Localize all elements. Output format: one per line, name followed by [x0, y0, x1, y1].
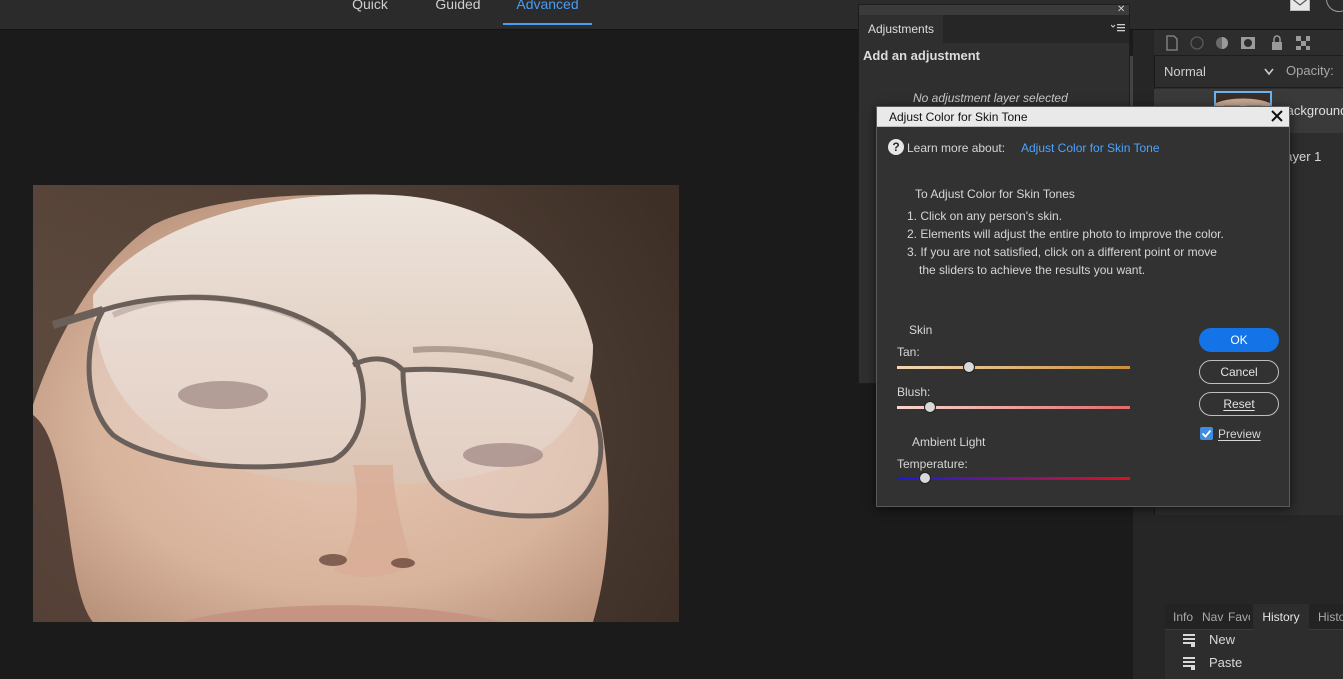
skin-tone-dialog: Adjust Color for Skin Tone ? Learn more … [876, 106, 1290, 507]
cancel-button[interactable]: Cancel [1199, 360, 1279, 384]
opacity-label: Opacity: [1286, 63, 1334, 78]
ok-button[interactable]: OK [1199, 328, 1279, 352]
layer-mask-icon[interactable] [1240, 35, 1256, 51]
mode-bar: Quick Guided Advanced [0, 0, 1343, 30]
history-item-new[interactable]: New [1183, 631, 1333, 651]
learn-more-label: Learn more about: [907, 141, 1006, 155]
adjustment-layer-icon[interactable] [1214, 35, 1230, 51]
photo-editor-window: Quick Guided Advanced Normal Opacity: Ba… [0, 0, 1343, 679]
mode-tab-guided[interactable]: Guided [434, 0, 482, 29]
tab-info[interactable]: Info [1173, 604, 1197, 630]
dialog-title: Adjust Color for Skin Tone [889, 110, 1028, 124]
instruction-line: 3. If you are not satisfied, click on a … [907, 245, 1217, 259]
tab-navigator[interactable]: Navigator [1202, 604, 1224, 630]
adjustments-tabrow: Adjustments [859, 15, 1129, 43]
instruction-line: the sliders to achieve the results you w… [919, 263, 1146, 277]
blush-label: Blush: [897, 385, 931, 399]
history-item-label: New [1209, 632, 1236, 647]
instruction-line: 1. Click on any person's skin. [907, 209, 1063, 223]
tan-slider-thumb[interactable] [963, 361, 976, 373]
history-panel: Info Navigator Favorites History Histogr… [1165, 604, 1343, 679]
mode-tab-quick[interactable]: Quick [350, 0, 390, 29]
panel-tabs: Info Navigator Favorites History Histogr… [1165, 604, 1343, 630]
layers-toolbar [1154, 30, 1343, 56]
adjustments-status: No adjustment layer selected [913, 91, 1068, 105]
close-icon[interactable]: ✕ [1117, 4, 1125, 15]
tan-slider-track[interactable] [897, 366, 1130, 369]
new-layer-icon[interactable] [1164, 35, 1180, 51]
instructions-title: To Adjust Color for Skin Tones [915, 187, 1075, 201]
temperature-slider-track[interactable] [897, 477, 1130, 480]
mail-icon[interactable] [1290, 0, 1310, 11]
learn-more-link[interactable]: Adjust Color for Skin Tone [1021, 141, 1160, 155]
tab-favorites[interactable]: Favorites [1228, 604, 1250, 630]
adjustments-heading: Add an adjustment [863, 48, 981, 63]
tab-history[interactable]: History [1253, 604, 1309, 630]
mode-tab-advanced[interactable]: Advanced [503, 0, 592, 29]
history-state-icon [1183, 657, 1195, 670]
blush-slider-thumb[interactable] [923, 401, 936, 413]
history-item-label: Paste [1209, 655, 1243, 670]
chevron-down-icon [1264, 68, 1274, 76]
blend-row: Normal Opacity: [1154, 56, 1343, 88]
lock-icon[interactable] [1269, 35, 1285, 51]
ambient-section-label: Ambient Light [912, 435, 986, 449]
instruction-line: 2. Elements will adjust the entire photo… [907, 227, 1224, 241]
lock-transparency-icon[interactable] [1295, 35, 1311, 51]
panel-menu-icon[interactable] [1111, 23, 1125, 33]
temperature-slider-thumb[interactable] [918, 472, 931, 484]
dialog-titlebar[interactable]: Adjust Color for Skin Tone [877, 107, 1289, 127]
new-group-icon[interactable] [1189, 35, 1205, 51]
blend-mode-select[interactable]: Normal [1164, 62, 1274, 82]
tan-label: Tan: [897, 345, 920, 359]
tab-histogram[interactable]: Histogram [1318, 604, 1343, 630]
preview-label[interactable]: Preview [1218, 427, 1261, 441]
photo-canvas[interactable] [33, 185, 679, 622]
adjustments-titlebar[interactable]: ✕ [859, 4, 1129, 15]
help-icon[interactable]: ? [888, 139, 904, 155]
blend-mode-value: Normal [1164, 64, 1206, 79]
temperature-label: Temperature: [897, 457, 968, 471]
tab-adjustments[interactable]: Adjustments [859, 15, 943, 43]
history-state-icon [1183, 634, 1195, 647]
reset-button[interactable]: Reset [1199, 392, 1279, 416]
history-item-paste[interactable]: Paste [1183, 654, 1333, 674]
account-icon[interactable] [1326, 0, 1343, 12]
preview-checkbox[interactable] [1200, 427, 1213, 440]
close-icon[interactable] [1269, 107, 1285, 125]
skin-section-label: Skin [909, 323, 933, 337]
